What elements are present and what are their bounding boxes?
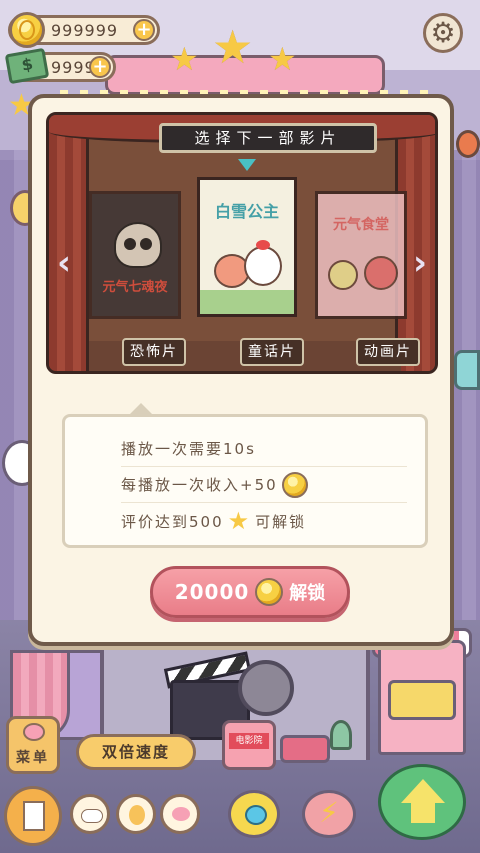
star-icon: ★ <box>227 507 252 535</box>
unlock-cost: 20000 <box>174 580 250 604</box>
sofa <box>280 735 330 763</box>
chevron-left-icon: ‹ <box>56 243 71 283</box>
skull-icon <box>114 222 162 268</box>
double-speed-button[interactable]: 双倍速度 <box>76 734 196 770</box>
coin-icon <box>9 12 45 48</box>
theater-display: 选择下一部影片 ‹ › 元气七魂夜 白雪公主 元气食堂 <box>46 112 438 374</box>
income-text: 每播放一次收入+50 <box>121 476 278 494</box>
side-tab-right[interactable] <box>454 350 480 390</box>
poster-title-fairy: 白雪公主 <box>214 202 279 221</box>
unlock-button[interactable]: 20000 解锁 <box>150 566 350 618</box>
poster-characters <box>214 240 284 294</box>
star-icon: ★ <box>268 40 297 78</box>
movie-info-card: 播放一次需要10s 每播放一次收入+50 评价达到500 ★ 可解锁 <box>62 403 428 548</box>
star-icon: ★ <box>170 40 199 78</box>
rating-requirement-suffix: 可解锁 <box>255 512 307 531</box>
clipboard-icon <box>23 801 45 831</box>
film-reel <box>238 660 294 716</box>
coin-icon <box>281 471 308 498</box>
marquee-stars: ★ ★ ★ <box>170 20 310 80</box>
decoration-peek-right <box>456 130 480 158</box>
info-income: 每播放一次收入+50 <box>121 467 407 503</box>
movie-select-dialog: 选择下一部影片 ‹ › 元气七魂夜 白雪公主 元气食堂 恐怖片 童话片 动画片 <box>28 94 454 646</box>
coin-icon <box>255 578 284 606</box>
genre-label-animation: 动画片 <box>356 338 420 366</box>
poster-horror[interactable]: 元气七魂夜 <box>89 191 181 319</box>
info-duration: 播放一次需要10s <box>121 431 407 467</box>
chat-button[interactable] <box>70 794 110 834</box>
add-cash-button[interactable]: + <box>89 56 111 78</box>
potted-plant <box>330 720 352 750</box>
popcorn <box>388 680 456 720</box>
pig-icon <box>23 723 45 741</box>
quest-button[interactable] <box>4 786 62 846</box>
genre-label-horror: 恐怖片 <box>122 338 186 366</box>
poster-characters <box>328 256 400 296</box>
selection-arrow-icon <box>238 159 256 171</box>
cash-counter: 9999 + <box>4 47 116 85</box>
genre-label-fairy: 童话片 <box>240 338 304 366</box>
decor-button[interactable] <box>160 794 200 834</box>
star-icon: ★ <box>212 20 254 74</box>
lightning-icon: ⚡ <box>319 796 339 829</box>
gem-button[interactable] <box>228 790 280 838</box>
settings-button[interactable]: ⚙ <box>423 13 463 53</box>
cash-icon <box>4 47 50 85</box>
rating-requirement-text: 评价达到500 <box>121 512 224 531</box>
cinema-ticket-label: 电影院 <box>229 733 269 749</box>
dialog-title: 选择下一部影片 <box>159 123 377 153</box>
info-unlock-requirement: 评价达到500 ★ 可解锁 <box>121 503 407 539</box>
upgrade-button[interactable] <box>378 764 466 840</box>
prev-movie-button[interactable]: ‹ <box>51 243 77 283</box>
chevron-right-icon: › <box>412 243 427 283</box>
food-button[interactable] <box>116 794 156 834</box>
duration-text: 播放一次需要10s <box>121 440 256 458</box>
poster-title-animation: 元气食堂 <box>333 217 389 233</box>
next-movie-button[interactable]: › <box>407 243 433 283</box>
boost-button[interactable]: ⚡ <box>302 790 356 838</box>
poster-animation[interactable]: 元气食堂 <box>315 191 407 319</box>
poster-title-horror: 元气七魂夜 <box>102 280 168 295</box>
coin-amount: 999999 <box>51 20 119 40</box>
menu-label: 菜单 <box>16 750 50 766</box>
cinema-ticket-button[interactable]: 电影院 <box>222 720 276 770</box>
unlock-label: 解锁 <box>289 583 326 604</box>
gear-icon: ⚙ <box>430 16 456 49</box>
add-coins-button[interactable]: + <box>133 19 155 41</box>
coin-counter: 999999 + <box>8 12 160 48</box>
poster-fairy-tale[interactable]: 白雪公主 <box>197 177 297 317</box>
menu-button[interactable]: 菜单 <box>6 716 60 774</box>
